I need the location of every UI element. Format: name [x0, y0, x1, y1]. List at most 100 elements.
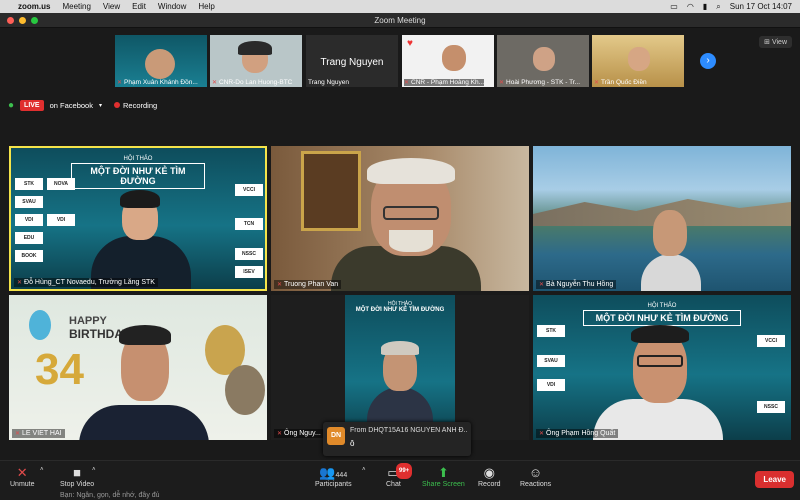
- participants-icon: 👥444: [319, 465, 348, 480]
- record-button[interactable]: ◉ Record: [478, 465, 501, 488]
- sponsor-logo: VCCI: [757, 335, 785, 347]
- video-tile[interactable]: HỘI THẢO MỘT ĐỜI NHƯ KẺ TÌM ĐƯỜNG ✕ Ông N…: [271, 295, 529, 440]
- mic-off-icon: ✕: [499, 80, 505, 86]
- sponsor-logo: STK: [15, 178, 43, 190]
- participants-count: 444: [335, 472, 348, 479]
- mic-off-icon: ✕: [277, 282, 283, 288]
- window-titlebar: Zoom Meeting: [0, 13, 800, 28]
- strip-thumb-name: CNR-Do Lan Huong-BTC: [219, 79, 293, 86]
- menu-edit[interactable]: Edit: [132, 2, 146, 11]
- banner-title: MỘT ĐỜI NHƯ KẺ TÌM ĐƯỜNG: [71, 163, 205, 189]
- banner-title: MỘT ĐỜI NHƯ KẺ TÌM ĐƯỜNG: [355, 307, 445, 313]
- search-icon[interactable]: ⌕: [716, 2, 720, 12]
- tile-name: Ông Phạm Hồng Quất: [546, 430, 616, 437]
- strip-thumb-name: Trần Quốc Điền: [601, 79, 647, 86]
- strip-thumb[interactable]: ✕ Phạm Xuân Khánh Đồn...: [115, 35, 207, 87]
- stop-video-label: Stop Video: [60, 481, 95, 488]
- record-icon: ◉: [483, 465, 495, 480]
- mic-off-icon: ✕: [15, 431, 21, 437]
- menu-help[interactable]: Help: [198, 2, 214, 11]
- tile-name: Bà Nguyễn Thu Hồng: [546, 281, 614, 288]
- tile-name: Đỗ Hùng_CT Novaedu, Trường Lăng STK: [24, 279, 155, 286]
- participant-strip: ✕ Phạm Xuân Khánh Đồn... ✕ CNR-Do Lan Huon…: [0, 29, 800, 91]
- minimize-window-icon[interactable]: [19, 17, 26, 24]
- menu-view[interactable]: View: [103, 2, 120, 11]
- close-window-icon[interactable]: [7, 17, 14, 24]
- leave-button[interactable]: Leave: [755, 471, 794, 488]
- avatar: DN: [327, 427, 345, 445]
- strip-thumb[interactable]: ♥ ✕ CNR - Phạm Hoàng Kh...: [402, 35, 494, 87]
- chat-button[interactable]: ▭ 99+ Chat: [386, 463, 413, 488]
- birthday-number: 34: [35, 345, 84, 394]
- view-button-label: View: [771, 39, 787, 46]
- strip-thumb-big-name: Trang Nguyen: [320, 57, 384, 68]
- clock[interactable]: Sun 17 Oct 14:07: [730, 2, 792, 11]
- participants-chevron-icon[interactable]: ˄: [362, 467, 366, 473]
- menu-meeting[interactable]: Meeting: [62, 2, 90, 11]
- video-tile[interactable]: ✕ Bà Nguyễn Thu Hồng: [533, 146, 791, 291]
- mic-off-icon: ✕: [117, 80, 123, 86]
- chat-label: Chat: [386, 481, 401, 488]
- sponsor-logo: VDI: [15, 214, 43, 226]
- video-tile[interactable]: HỘI THẢO MỘT ĐỜI NHƯ KẺ TÌM ĐƯỜNG STK SV…: [533, 295, 791, 440]
- sponsor-logo: NOVA: [47, 178, 75, 190]
- chat-from: From DHQT15A16 NGUYỄN ANH Đ...: [350, 427, 468, 434]
- strip-thumb[interactable]: Trang Nguyen Trang Nguyen: [306, 35, 398, 87]
- next-page-icon[interactable]: ›: [700, 53, 716, 69]
- tile-name: Truong Phan Van: [284, 281, 339, 288]
- chat-preview-text: Bạn: Ngân, gọn, dễ nhớ, đây đủ: [60, 492, 160, 499]
- strip-thumb-name: CNR - Phạm Hoàng Kh...: [411, 79, 485, 86]
- menu-window[interactable]: Window: [158, 2, 186, 11]
- live-on-label[interactable]: on Facebook: [50, 101, 93, 110]
- reactions-icon: ☺: [528, 465, 543, 480]
- zoom-window-icon[interactable]: [31, 17, 38, 24]
- mic-off-icon: ✕: [16, 465, 28, 480]
- strip-thumb[interactable]: ✕ Trần Quốc Điền: [592, 35, 684, 87]
- reactions-label: Reactions: [520, 481, 552, 488]
- chevron-down-icon[interactable]: ▾: [99, 102, 102, 109]
- live-badge[interactable]: LIVE: [20, 99, 44, 111]
- chat-notification[interactable]: DN From DHQT15A16 NGUYỄN ANH Đ... ô: [323, 422, 471, 456]
- recording-indicator[interactable]: Recording: [114, 101, 157, 110]
- video-tile[interactable]: HỘI THẢO MỘT ĐỜI NHƯ KẺ TÌM ĐƯỜNG STK SV…: [9, 146, 267, 291]
- strip-thumb-name: Trang Nguyen: [308, 79, 349, 86]
- mic-off-icon: ✕: [539, 431, 545, 437]
- zoom-status-icon[interactable]: ▭: [670, 2, 678, 11]
- strip-thumb[interactable]: ✕ CNR-Do Lan Huong-BTC: [210, 35, 302, 87]
- birthday-happy-text: HAPPY: [69, 315, 107, 327]
- unmute-button[interactable]: ✕ Unmute: [10, 465, 35, 488]
- audio-options-chevron-icon[interactable]: ˄: [40, 467, 44, 473]
- share-screen-label: Share Screen: [422, 481, 465, 488]
- sponsor-logo: ISEV: [235, 266, 263, 278]
- video-tile[interactable]: ✕ Truong Phan Van: [271, 146, 529, 291]
- sponsor-logo: NSSC: [757, 401, 785, 413]
- mic-off-icon: ✕: [594, 80, 600, 86]
- participants-button[interactable]: 👥444 Participants: [315, 465, 352, 488]
- banner-title: MỘT ĐỜI NHƯ KẺ TÌM ĐƯỜNG: [583, 310, 741, 326]
- record-label: Record: [478, 481, 501, 488]
- wifi-icon[interactable]: ◠: [687, 2, 694, 11]
- shield-icon[interactable]: ●: [8, 100, 14, 111]
- sponsor-logo: TCN: [235, 218, 263, 230]
- battery-icon[interactable]: ▮: [703, 2, 707, 11]
- reactions-button[interactable]: ☺ Reactions: [520, 465, 551, 488]
- chat-badge: 99+: [396, 463, 413, 479]
- tile-name: Ông Nguy...: [284, 430, 321, 437]
- strip-thumb[interactable]: ✕ Hoài Phương - STK - Tr...: [497, 35, 589, 87]
- unmute-label: Unmute: [10, 481, 35, 488]
- sponsor-logo: NSSC: [235, 248, 263, 260]
- app-menu[interactable]: zoom.us: [18, 2, 50, 11]
- mic-off-icon: ✕: [277, 431, 283, 437]
- video-tile[interactable]: HAPPY BIRTHDAY 34 ✕ LE VIET HAI: [9, 295, 267, 440]
- video-options-chevron-icon[interactable]: ˄: [92, 467, 96, 473]
- banner-subtitle: HỘI THẢO: [123, 156, 153, 162]
- stop-video-button[interactable]: ■ Stop Video: [60, 465, 94, 488]
- macos-menubar: zoom.us Meeting View Edit Window Help ▭ …: [0, 0, 800, 13]
- heart-icon: ♥: [407, 38, 413, 49]
- chat-message: ô: [350, 439, 355, 448]
- view-button[interactable]: ⊞ View: [759, 36, 792, 48]
- sponsor-logo: STK: [537, 325, 565, 337]
- mic-off-icon: ✕: [539, 282, 545, 288]
- sponsor-logo: BOOK: [15, 250, 43, 262]
- share-screen-button[interactable]: ⬆ Share Screen: [422, 465, 465, 488]
